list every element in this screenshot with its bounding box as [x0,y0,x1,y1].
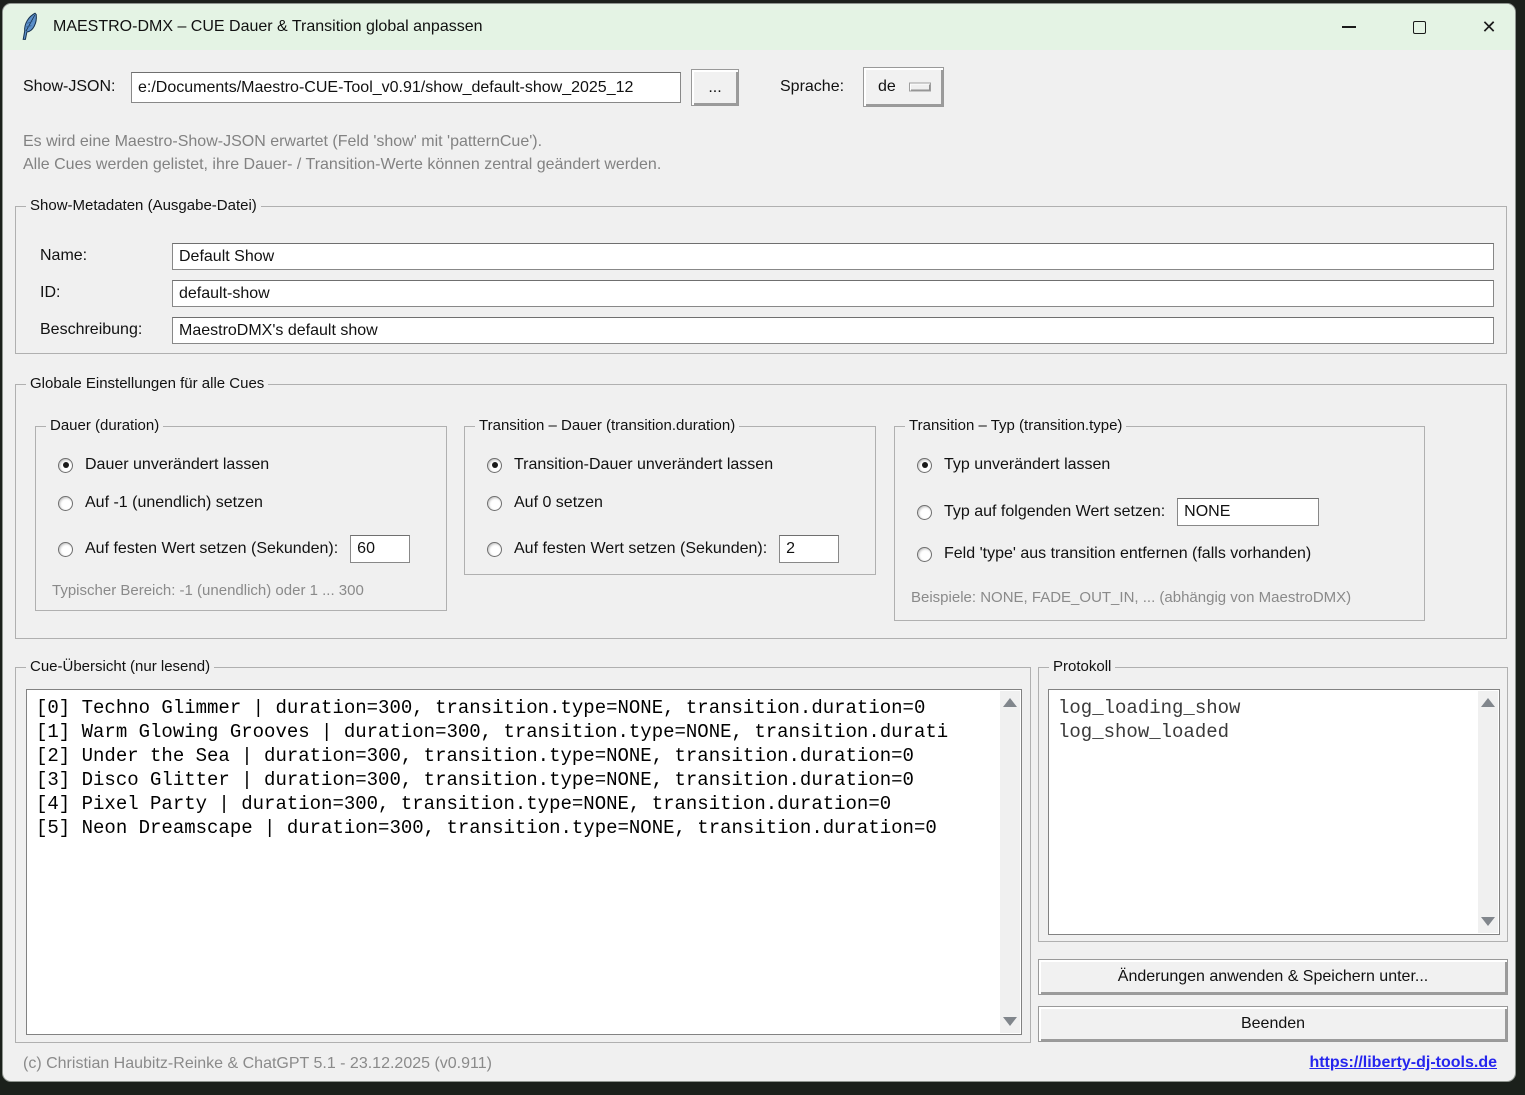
global-settings-group-title: Globale Einstellungen für alle Cues [26,375,268,392]
minimize-icon [1342,26,1356,28]
duration-hint: Typischer Bereich: -1 (unendlich) oder 1… [52,582,364,599]
radio-type-set[interactable]: Typ auf folgenden Wert setzen: [917,498,1319,526]
protocol-group-title: Protokoll [1049,658,1115,675]
cue-list-item[interactable]: [3] Disco Glitter | duration=300, transi… [36,768,997,792]
protocol-list-item[interactable]: log_loading_show [1058,696,1475,720]
transition-type-group-title: Transition – Typ (transition.type) [905,417,1126,434]
scroll-down-icon[interactable] [1003,1017,1017,1026]
tk-feather-icon [19,12,41,42]
show-json-path-input[interactable] [131,72,681,103]
duration-seconds-input[interactable] [350,535,410,563]
transition-duration-group-title: Transition – Dauer (transition.duration) [475,417,739,434]
radio-type-keep[interactable]: Typ unverändert lassen [917,456,1110,474]
cue-list-item[interactable]: [4] Pixel Party | duration=300, transiti… [36,792,997,816]
radio-icon [487,542,502,557]
transition-type-group: Transition – Typ (transition.type) Typ u… [894,426,1425,621]
app-window: MAESTRO-DMX – CUE Dauer & Transition glo… [2,3,1516,1082]
help-line-2: Alle Cues werden gelistet, ihre Dauer- /… [23,153,661,176]
radio-icon [917,547,932,562]
language-value: de [878,78,896,96]
window-controls: ✕ [1339,4,1499,50]
optionmenu-indicator-icon [909,83,931,92]
radio-icon [58,458,73,473]
radio-transition-duration-zero[interactable]: Auf 0 setzen [487,494,603,512]
radio-icon [917,458,932,473]
cue-list-item[interactable]: [1] Warm Glowing Grooves | duration=300,… [36,720,997,744]
protocol-list-items: log_loading_show log_show_loaded [1058,696,1475,930]
close-button[interactable]: ✕ [1479,17,1499,37]
cue-list-scrollbar[interactable] [1000,691,1020,1033]
name-label: Name: [40,247,87,265]
duration-group: Dauer (duration) Dauer unverändert lasse… [35,426,447,611]
id-label: ID: [40,284,60,302]
show-json-label: Show-JSON: [23,78,115,96]
radio-type-remove[interactable]: Feld 'type' aus transition entfernen (fa… [917,545,1311,563]
radio-icon [487,496,502,511]
cue-list-items: [0] Techno Glimmer | duration=300, trans… [36,696,997,1030]
copyright-text: (c) Christian Haubitz-Reinke & ChatGPT 5… [23,1055,492,1073]
radio-duration-infinite[interactable]: Auf -1 (unendlich) setzen [58,494,263,512]
browse-button[interactable]: ... [691,69,739,106]
quit-button[interactable]: Beenden [1038,1006,1508,1042]
help-line-1: Es wird eine Maestro-Show-JSON erwartet … [23,130,661,153]
radio-icon [917,505,932,520]
maximize-icon [1413,21,1426,34]
protocol-list-item[interactable]: log_show_loaded [1058,720,1475,744]
transition-duration-group: Transition – Dauer (transition.duration)… [464,426,876,575]
cue-list-item[interactable]: [0] Techno Glimmer | duration=300, trans… [36,696,997,720]
scroll-down-icon[interactable] [1481,917,1495,926]
cue-overview-group-title: Cue-Übersicht (nur lesend) [26,658,214,675]
id-input[interactable] [172,280,1494,307]
radio-icon [58,496,73,511]
radio-icon [58,542,73,557]
transition-duration-seconds-input[interactable] [779,535,839,563]
name-input[interactable] [172,243,1494,270]
titlebar: MAESTRO-DMX – CUE Dauer & Transition glo… [3,4,1515,50]
radio-duration-keep[interactable]: Dauer unverändert lassen [58,456,269,474]
description-label: Beschreibung: [40,321,142,339]
window-title: MAESTRO-DMX – CUE Dauer & Transition glo… [53,18,483,36]
apply-save-button[interactable]: Änderungen anwenden & Speichern unter... [1038,959,1508,995]
language-label: Sprache: [780,78,844,96]
duration-group-title: Dauer (duration) [46,417,163,434]
cue-list-item[interactable]: [5] Neon Dreamscape | duration=300, tran… [36,816,997,840]
radio-icon [487,458,502,473]
radio-duration-fixed[interactable]: Auf festen Wert setzen (Sekunden): [58,535,410,563]
website-link[interactable]: https://liberty-dj-tools.de [1309,1054,1497,1072]
cue-overview-group: Cue-Übersicht (nur lesend) [0] Techno Gl… [15,667,1031,1043]
metadata-group-title: Show-Metadaten (Ausgabe-Datei) [26,197,261,214]
scroll-up-icon[interactable] [1481,698,1495,707]
maximize-button[interactable] [1409,17,1429,37]
metadata-group: Show-Metadaten (Ausgabe-Datei) Name: ID:… [15,206,1507,354]
radio-transition-duration-fixed[interactable]: Auf festen Wert setzen (Sekunden): [487,535,839,563]
language-dropdown[interactable]: de [863,67,944,107]
transition-type-hint: Beispiele: NONE, FADE_OUT_IN, ... (abhän… [911,589,1351,606]
help-text: Es wird eine Maestro-Show-JSON erwartet … [23,130,661,176]
radio-transition-duration-keep[interactable]: Transition-Dauer unverändert lassen [487,456,773,474]
description-input[interactable] [172,317,1494,344]
protocol-scrollbar[interactable] [1478,691,1498,933]
cue-list-item[interactable]: [2] Under the Sea | duration=300, transi… [36,744,997,768]
scroll-up-icon[interactable] [1003,698,1017,707]
protocol-group: Protokoll log_loading_show log_show_load… [1038,667,1508,942]
cue-listbox[interactable]: [0] Techno Glimmer | duration=300, trans… [26,689,1022,1035]
close-icon: ✕ [1481,18,1496,36]
protocol-listbox[interactable]: log_loading_show log_show_loaded [1048,689,1500,935]
minimize-button[interactable] [1339,17,1359,37]
transition-type-input[interactable] [1177,498,1319,526]
